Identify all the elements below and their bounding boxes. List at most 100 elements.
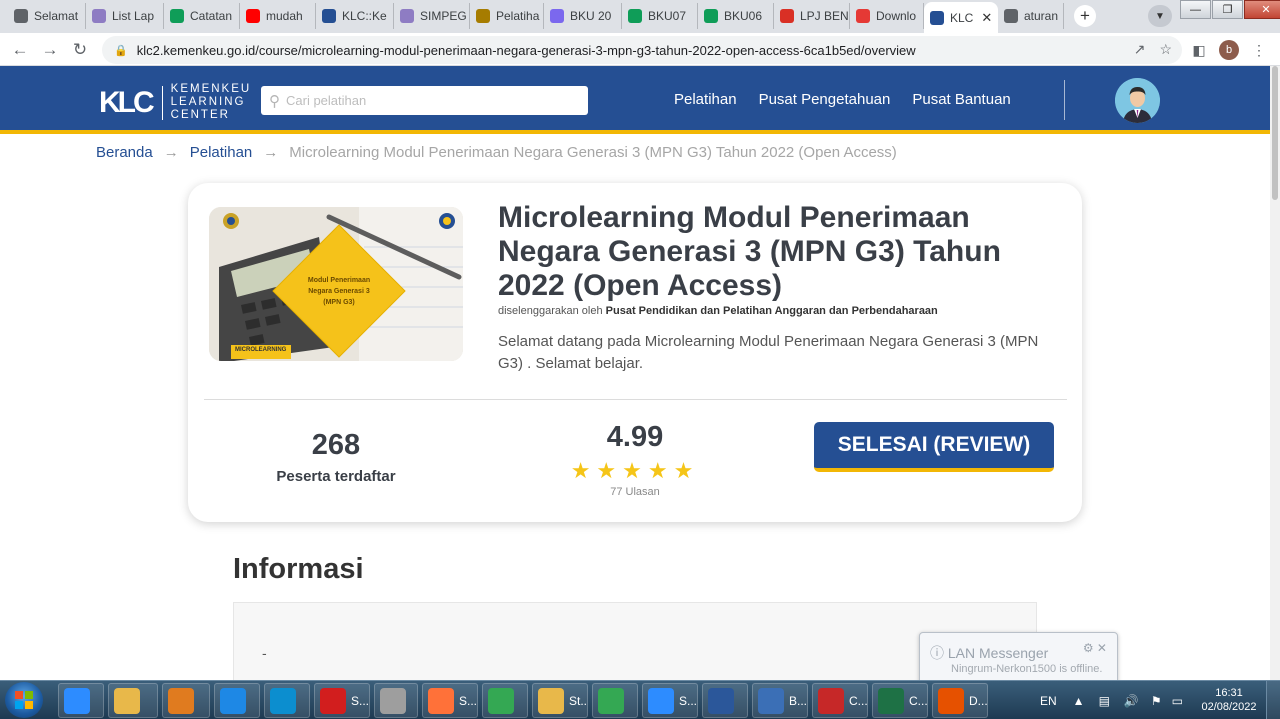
browser-tab[interactable]: Catatan <box>164 3 240 29</box>
taskbar-item[interactable] <box>108 683 158 718</box>
browser-toolbar: ← → ↻ 🔒 klc2.kemenkeu.go.id/course/micro… <box>0 33 1280 66</box>
taskbar-item[interactable]: S... <box>314 683 370 718</box>
taskbar-item[interactable] <box>214 683 260 718</box>
taskbar-item[interactable]: St... <box>532 683 588 718</box>
side-panel-icon[interactable]: ◧ <box>1188 39 1210 61</box>
tab-label: BKU06 <box>724 9 763 23</box>
scrollbar-thumb[interactable] <box>1272 66 1278 200</box>
network-icon[interactable]: ▤ <box>1099 694 1110 708</box>
taskbar-item[interactable] <box>58 683 104 718</box>
minimize-button[interactable]: — <box>1180 0 1211 19</box>
tab-label: BKU 20 <box>570 9 612 23</box>
course-title: Microlearning Modul Penerimaan Negara Ge… <box>498 201 1001 302</box>
sheets-icon <box>704 9 718 23</box>
volume-icon[interactable]: 🔊 <box>1124 694 1139 708</box>
tab-label: SIMPEG <box>420 9 467 23</box>
display-icon[interactable]: ▭ <box>1172 694 1183 708</box>
taskbar-item[interactable]: D... <box>932 683 988 718</box>
close-icon[interactable]: ⚙ ✕ <box>1083 641 1107 655</box>
address-bar[interactable]: 🔒 klc2.kemenkeu.go.id/course/microlearni… <box>102 36 1182 64</box>
show-desktop-button[interactable] <box>1266 681 1280 719</box>
tab-label: Downlo <box>876 9 917 23</box>
taskbar-item-label: D... <box>969 693 988 708</box>
taskbar-item[interactable] <box>482 683 528 718</box>
search-input[interactable] <box>286 93 566 108</box>
tab-label: BKU07 <box>648 9 687 23</box>
breadcrumb-current: Microlearning Modul Penerimaan Negara Ge… <box>289 144 897 161</box>
edge-icon <box>270 687 296 714</box>
browser-tab[interactable]: KLC::Ke <box>316 3 394 29</box>
logo-mark: KLC <box>99 85 163 120</box>
taskbar-item[interactable] <box>374 683 418 718</box>
tab-label: KLC::Ke <box>342 9 387 23</box>
emblem-icon <box>476 9 490 23</box>
breadcrumb-beranda[interactable]: Beranda <box>96 144 153 161</box>
search-box: ⚲ <box>261 86 588 115</box>
pinwheel-icon <box>400 9 414 23</box>
course-description: Selamat datang pada Microlearning Modul … <box>498 333 1039 372</box>
back-arrow-icon[interactable]: ← <box>9 39 31 61</box>
browser-tab[interactable]: List Lap <box>86 3 164 29</box>
site-header: KLC KEMENKEU LEARNING CENTER ⚲ Pelatihan… <box>0 66 1270 134</box>
bookmark-star-icon[interactable]: ☆ <box>1159 41 1172 58</box>
browser-tab[interactable]: SIMPEG <box>394 3 470 29</box>
browser-tab[interactable]: BKU07 <box>622 3 698 29</box>
reviews-count[interactable]: 77 Ulasan <box>555 486 715 498</box>
taskbar-item[interactable] <box>162 683 210 718</box>
taskbar-item-label: S... <box>459 693 478 708</box>
klc-logo[interactable]: KLC KEMENKEU LEARNING CENTER <box>99 83 251 122</box>
new-tab-button[interactable]: + <box>1074 5 1096 27</box>
people-icon <box>550 9 564 23</box>
taskbar-item[interactable] <box>592 683 638 718</box>
chrome-icon <box>598 687 624 714</box>
lan-messenger-notification[interactable]: ⓘ LAN Messenger Ningrum-Nerkon1500 is of… <box>919 632 1118 684</box>
browser-tab[interactable]: aturan <box>998 3 1064 29</box>
taskbar-item[interactable] <box>264 683 310 718</box>
browser-tab[interactable]: Selamat <box>8 3 86 29</box>
klc-icon <box>930 10 944 25</box>
tray-expand-icon[interactable]: ▲ <box>1073 694 1085 708</box>
taskbar-item[interactable]: S... <box>642 683 698 718</box>
restore-button[interactable]: ❐ <box>1212 0 1243 19</box>
share-icon[interactable]: ↗ <box>1134 41 1146 58</box>
browser-tab[interactable]: BKU 20 <box>544 3 622 29</box>
taskbar-item-label: C... <box>909 693 928 708</box>
nav-pelatihan[interactable]: Pelatihan <box>674 91 737 108</box>
participants-count: 268 <box>311 429 361 461</box>
user-avatar[interactable] <box>1115 78 1160 123</box>
avatar: b <box>1219 40 1239 60</box>
profile-button[interactable]: b <box>1218 39 1240 61</box>
taskbar-item[interactable]: C... <box>812 683 868 718</box>
review-button[interactable]: SELESAI (REVIEW) <box>814 422 1054 472</box>
cc4-icon <box>818 687 844 714</box>
page-scrollbar[interactable] <box>1270 66 1280 680</box>
forward-arrow-icon[interactable]: → <box>39 39 61 61</box>
klc-icon <box>322 9 336 23</box>
sheets-icon <box>170 9 184 23</box>
nav-pusat-pengetahuan[interactable]: Pusat Pengetahuan <box>759 91 891 108</box>
tab-search-button[interactable]: ▼ <box>1148 5 1172 27</box>
action-center-icon[interactable]: ⚑ <box>1151 694 1162 708</box>
browser-tab[interactable]: Downlo <box>850 3 924 29</box>
folder-icon <box>114 687 140 714</box>
heart-icon <box>856 9 870 23</box>
browser-tab[interactable]: mudah <box>240 3 316 29</box>
close-tab-icon[interactable]: ✕ <box>981 10 992 26</box>
taskbar-item[interactable]: B... <box>752 683 808 718</box>
kebab-menu-icon[interactable]: ⋮ <box>1248 39 1270 61</box>
chrome-icon <box>14 9 28 23</box>
reload-icon[interactable]: ↻ <box>69 39 91 61</box>
close-window-button[interactable]: ✕ <box>1244 0 1280 19</box>
browser-tab[interactable]: LPJ BEN <box>774 3 850 29</box>
taskbar-item[interactable]: S... <box>422 683 478 718</box>
browser-tab[interactable]: KLC ✕ <box>924 2 998 33</box>
nav-pusat-bantuan[interactable]: Pusat Bantuan <box>912 91 1010 108</box>
taskbar-clock[interactable]: 16:31 02/08/2022 <box>1200 686 1258 714</box>
browser-tab[interactable]: BKU06 <box>698 3 774 29</box>
start-button[interactable] <box>5 682 43 718</box>
breadcrumb-pelatihan[interactable]: Pelatihan <box>190 144 253 161</box>
language-indicator[interactable]: EN <box>1040 694 1057 708</box>
browser-tab[interactable]: Pelatiha <box>470 3 544 29</box>
taskbar-item[interactable] <box>702 683 748 718</box>
taskbar-item[interactable]: C... <box>872 683 928 718</box>
